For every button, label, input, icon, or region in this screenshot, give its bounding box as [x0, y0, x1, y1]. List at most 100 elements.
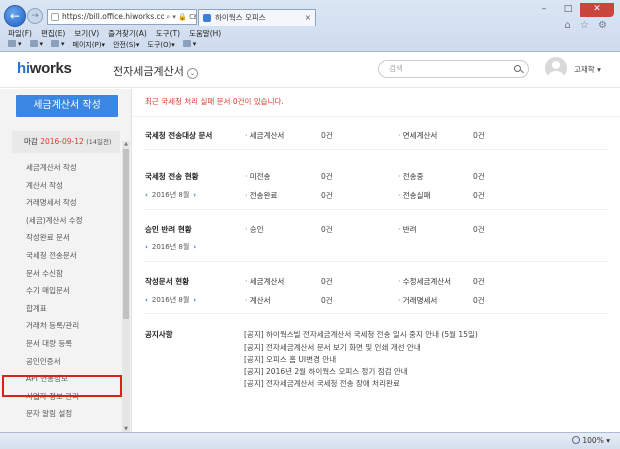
failed-label: 전송실패: [398, 190, 431, 201]
forward-button[interactable]: →: [27, 8, 43, 24]
next-month-icon[interactable]: ›: [189, 243, 200, 251]
sidebar-item-sms-alert[interactable]: 문자 알림 설정: [26, 405, 83, 423]
written-docs-title: 작성문서 현황: [145, 277, 190, 286]
scroll-thumb[interactable]: [123, 149, 129, 319]
service-name: 전자세금계산서: [113, 65, 184, 78]
cmd-page[interactable]: 페이지(P)▾: [73, 40, 106, 50]
unsent-count[interactable]: 0건: [321, 171, 333, 182]
user-menu[interactable]: 고재학 ▾: [574, 64, 601, 75]
main-content: 최근 국세청 처리 실패 문서 0건이 있습니다. 국세청 전송대상 문서 세금…: [133, 89, 620, 432]
sidebar-item-bulk-upload[interactable]: 문서 대량 등록: [26, 335, 83, 353]
sending-label: 전송중: [398, 171, 424, 182]
address-tools-icon[interactable]: ⌕ ▾ 🔒 C: [164, 10, 194, 24]
cmd-home[interactable]: ▾: [8, 40, 22, 50]
rejected-label: 반려: [398, 224, 417, 235]
browser-chrome: ← → https://bill.office.hiworks.com/prim…: [0, 0, 620, 52]
approved-label: 승인: [245, 224, 264, 235]
nts-target-tax-invoice-label: 세금계산서: [245, 130, 285, 141]
prev-month-icon[interactable]: ‹: [145, 191, 152, 199]
approval-title: 승인 반려 현황: [145, 225, 192, 234]
sidebar-item-completed[interactable]: 작성완료 문서: [26, 229, 83, 247]
avatar[interactable]: [545, 57, 567, 79]
menu-favorites[interactable]: 즐겨찾기(A): [108, 28, 147, 39]
failure-notice[interactable]: 최근 국세청 처리 실패 문서 0건이 있습니다.: [145, 96, 284, 107]
maximize-button[interactable]: □: [556, 3, 580, 17]
deadline-info: 마감 2016-09-12 (14일전): [12, 131, 120, 153]
notice-item-4[interactable]: [공지] 2016년 2월 하이웍스 오피스 정기 점검 안내: [244, 366, 408, 377]
prev-month-icon[interactable]: ‹: [145, 243, 152, 251]
home-favorites-settings-icons[interactable]: ⌂ ☆ ⚙: [564, 20, 610, 31]
hiworks-logo[interactable]: hiworks: [17, 60, 72, 77]
sidebar-item-invoice-edit[interactable]: (세금)계산서 수정: [26, 212, 83, 230]
command-bar: ▾ ▾ ▾ 페이지(P)▾ 안전(S)▾ 도구(O)▾ ▾: [8, 40, 196, 50]
api-highlight-box: [2, 375, 122, 397]
address-bar[interactable]: https://bill.office.hiworks.com/prime_gr…: [47, 9, 197, 25]
menu-view[interactable]: 보기(V): [74, 28, 99, 39]
sidebar-item-nts-sent[interactable]: 국세청 전송문서: [26, 247, 83, 265]
service-selector[interactable]: 전자세금계산서 ⌄: [113, 63, 198, 79]
close-window-button[interactable]: ✕: [580, 3, 614, 17]
zoom-icon: [572, 436, 581, 444]
search-icon[interactable]: [514, 65, 521, 72]
sidebar-item-certificate[interactable]: 공인인증서: [26, 353, 83, 371]
written-tax-invoice-count[interactable]: 0건: [321, 276, 333, 287]
nts-status-date-nav: ‹ 2016년 8월 ›: [145, 190, 200, 200]
menu-bar: 파일(F) 편집(E) 보기(V) 즐겨찾기(A) 도구(T) 도움말(H): [8, 28, 221, 39]
sent-count[interactable]: 0건: [321, 190, 333, 201]
cmd-tools[interactable]: 도구(O)▾: [147, 40, 174, 50]
approved-count[interactable]: 0건: [321, 224, 333, 235]
print-icon: [51, 40, 60, 47]
nts-target-tax-invoice-count[interactable]: 0건: [321, 130, 333, 141]
sending-count[interactable]: 0건: [473, 171, 485, 182]
sidebar-item-manual-purchase[interactable]: 수기 매입문서: [26, 282, 83, 300]
back-button[interactable]: ←: [4, 5, 26, 27]
written-tax-invoice-label: 세금계산서: [245, 276, 285, 287]
sidebar-item-invoice-write[interactable]: 계산서 작성: [26, 177, 83, 195]
search-input[interactable]: 검색: [378, 60, 529, 78]
rejected-count[interactable]: 0건: [473, 224, 485, 235]
unsent-label: 미전송: [245, 171, 271, 182]
menu-edit[interactable]: 편집(E): [41, 28, 65, 39]
cmd-help[interactable]: ▾: [182, 40, 196, 50]
browser-status-bar: 100% ▾: [0, 432, 620, 449]
nts-target-exempt-count[interactable]: 0건: [473, 130, 485, 141]
notice-item-5[interactable]: [공지] 전자세금계산서 국세청 전송 장애 처리완료: [244, 378, 400, 389]
sidebar-item-inbox[interactable]: 문서 수신함: [26, 265, 83, 283]
notice-item-2[interactable]: [공지] 전자세금계산서 문서 보기 화면 및 인쇄 개선 안내: [244, 342, 421, 353]
sidebar-item-summary[interactable]: 합계표: [26, 300, 83, 318]
nts-target-exempt-label: 면세계산서: [398, 130, 438, 141]
cmd-safety[interactable]: 안전(S)▾: [113, 40, 139, 50]
nts-target-title: 국세청 전송대상 문서: [145, 131, 213, 140]
sidebar-item-clients[interactable]: 거래처 등록/관리: [26, 317, 83, 335]
cmd-print[interactable]: ▾: [51, 40, 65, 50]
sidebar-item-tax-invoice-write[interactable]: 세금계산서 작성: [26, 159, 83, 177]
written-invoice-count[interactable]: 0건: [321, 295, 333, 306]
page-icon: [51, 13, 59, 21]
written-modified-label: 수정세금계산서: [398, 276, 451, 287]
app-header: hiworks 전자세금계산서 ⌄ 검색 고재학 ▾: [0, 52, 620, 88]
written-modified-count[interactable]: 0건: [473, 276, 485, 287]
write-invoice-button[interactable]: 세금계산서 작성: [16, 95, 118, 117]
sidebar-item-statement-write[interactable]: 거래명세서 작성: [26, 194, 83, 212]
minimize-button[interactable]: –: [532, 3, 556, 17]
written-statement-label: 거래명세서: [398, 295, 438, 306]
next-month-icon[interactable]: ›: [189, 191, 200, 199]
cmd-feeds[interactable]: ▾: [29, 40, 43, 50]
tab-close-icon[interactable]: ×: [305, 10, 311, 25]
notices-title: 공지사항: [145, 330, 173, 339]
written-statement-count[interactable]: 0건: [473, 295, 485, 306]
browser-tab[interactable]: 하이웍스 오피스 ×: [198, 9, 316, 26]
sidebar-scrollbar[interactable]: ▲ ▼: [122, 141, 130, 432]
sent-label: 전송완료: [245, 190, 278, 201]
menu-tools[interactable]: 도구(T): [156, 28, 180, 39]
menu-help[interactable]: 도움말(H): [189, 28, 221, 39]
web-page: hiworks 전자세금계산서 ⌄ 검색 고재학 ▾ 세금계산서 작성 마감 20…: [0, 52, 620, 432]
notice-item-3[interactable]: [공지] 오피스 홈 UI변경 안내: [244, 354, 336, 365]
prev-month-icon[interactable]: ‹: [145, 296, 152, 304]
notice-item-1[interactable]: [공지] 하이웍스빌 전자세금계산서 국세청 전송 일시 중지 안내 (5월 1…: [244, 329, 478, 340]
zoom-control[interactable]: 100% ▾: [572, 436, 610, 445]
failed-count[interactable]: 0건: [473, 190, 485, 201]
next-month-icon[interactable]: ›: [189, 296, 200, 304]
menu-file[interactable]: 파일(F): [8, 28, 32, 39]
scroll-up-icon[interactable]: ▲: [123, 141, 129, 147]
